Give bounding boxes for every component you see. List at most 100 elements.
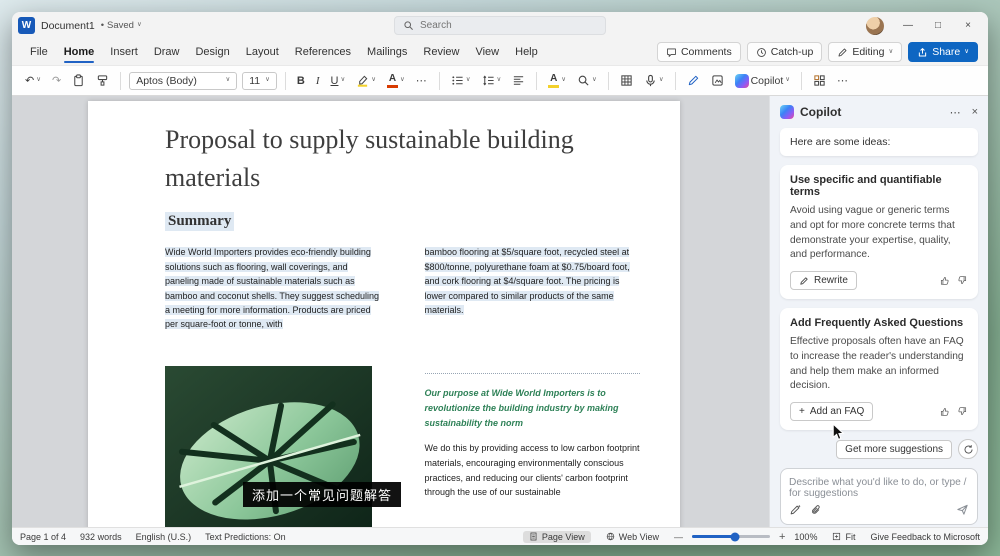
page-view-button[interactable]: Page View	[522, 530, 591, 543]
bold-button[interactable]: B	[294, 73, 308, 89]
tab-view[interactable]: View	[467, 41, 507, 63]
find-button[interactable]: ∨	[574, 72, 600, 89]
document-page[interactable]: Proposal to supply sustainable building …	[88, 101, 680, 527]
microphone-icon	[646, 74, 655, 87]
copilot-header-buttons: ⋯ ×	[950, 106, 978, 119]
send-icon[interactable]	[956, 503, 969, 516]
zoom-in-button[interactable]: +	[779, 531, 785, 543]
zoom-level[interactable]: 100%	[794, 532, 817, 542]
search-input[interactable]	[420, 20, 597, 31]
editing-mode-button[interactable]: Editing ∨	[828, 42, 903, 62]
zoom-slider-fill	[691, 535, 735, 538]
web-view-button[interactable]: Web View	[600, 531, 665, 543]
copilot-button[interactable]: Copilot ∨	[732, 72, 793, 90]
attach-icon[interactable]	[810, 504, 822, 516]
web-view-icon	[606, 532, 614, 541]
quick-toolbar: ↶ ∨ ↷ Aptos (Body) ∨ 11 ∨ B I U ∨ ∨ A ∨ ⋯	[12, 65, 988, 96]
copilot-more-button[interactable]: ⋯	[950, 106, 962, 119]
close-button[interactable]: ×	[954, 15, 982, 37]
chevron-down-icon: ∨	[371, 76, 376, 84]
copilot-prompt-input[interactable]	[789, 477, 969, 500]
designer-icon	[711, 75, 723, 86]
refresh-button[interactable]	[958, 439, 978, 460]
tab-layout[interactable]: Layout	[238, 41, 287, 63]
copilot-icon	[780, 105, 794, 119]
underline-button[interactable]: U ∨	[328, 73, 349, 89]
card-body: Avoid using vague or generic terms and o…	[790, 205, 955, 261]
word-app-icon[interactable]: W	[18, 17, 35, 34]
clipboard-icon	[74, 74, 83, 87]
redo-button[interactable]: ↷	[49, 72, 64, 89]
save-status[interactable]: • Saved ∨	[101, 20, 142, 31]
compose-icon[interactable]	[789, 504, 801, 516]
card-title: Add Frequently Asked Questions	[790, 317, 964, 330]
thumbs-up-icon[interactable]	[939, 275, 950, 286]
feedback-link[interactable]: Give Feedback to Microsoft	[870, 532, 980, 542]
fit-button[interactable]: Fit	[826, 531, 861, 543]
feedback-buttons	[939, 275, 968, 286]
divider	[801, 71, 803, 90]
undo-button[interactable]: ↶ ∨	[22, 72, 44, 89]
document-title[interactable]: Document1	[41, 20, 95, 32]
tab-home[interactable]: Home	[56, 41, 103, 63]
minimize-button[interactable]: —	[894, 15, 922, 37]
tab-review[interactable]: Review	[415, 41, 467, 63]
tab-insert[interactable]: Insert	[102, 41, 146, 63]
font-size-combo[interactable]: 11 ∨	[242, 71, 277, 90]
tab-design[interactable]: Design	[187, 41, 237, 63]
get-more-suggestions-button[interactable]: Get more suggestions	[836, 439, 952, 459]
tab-mailings[interactable]: Mailings	[359, 41, 415, 63]
catch-up-button[interactable]: Catch-up	[746, 42, 823, 62]
add-faq-button[interactable]: + Add an FAQ	[790, 402, 874, 422]
italic-button[interactable]: I	[313, 73, 323, 89]
thumbs-up-icon[interactable]	[939, 406, 950, 417]
page-view-label: Page View	[541, 531, 585, 542]
copilot-prompt-box[interactable]	[780, 468, 978, 526]
rewrite-button[interactable]: Rewrite	[790, 271, 857, 291]
align-button[interactable]	[509, 72, 528, 89]
maximize-button[interactable]: □	[924, 15, 952, 37]
tab-help[interactable]: Help	[507, 41, 546, 63]
chevron-down-icon: ∨	[265, 76, 270, 84]
search-box[interactable]	[394, 16, 606, 35]
text-highlight-button[interactable]: ∨	[353, 72, 379, 89]
format-painter-button[interactable]	[93, 72, 112, 89]
paste-button[interactable]	[69, 72, 88, 89]
chevron-down-icon: ∨	[964, 47, 969, 55]
table-button[interactable]	[617, 72, 636, 89]
tab-file[interactable]: File	[22, 41, 56, 63]
text-predictions[interactable]: Text Predictions: On	[205, 532, 286, 542]
comments-button[interactable]: Comments	[656, 42, 741, 62]
zoom-slider-thumb[interactable]	[730, 532, 740, 541]
toolbar-overflow-button[interactable]: ⋯	[834, 72, 852, 89]
line-spacing-button[interactable]: ∨	[479, 72, 505, 89]
italic-icon: I	[315, 74, 320, 87]
language-indicator[interactable]: English (U.S.)	[136, 532, 192, 542]
doc-paragraph-1: Wide World Importers provides eco-friend…	[165, 247, 379, 330]
copilot-close-button[interactable]: ×	[972, 106, 978, 118]
page-count[interactable]: Page 1 of 4	[20, 532, 66, 542]
divider	[284, 71, 286, 90]
font-name-combo[interactable]: Aptos (Body) ∨	[129, 71, 238, 90]
suggestion-card-rewrite: Use specific and quantifiable terms Avoi…	[780, 165, 978, 300]
avatar[interactable]	[866, 16, 884, 35]
bullet-list-button[interactable]: ∨	[448, 72, 474, 89]
add-ins-button[interactable]	[810, 72, 829, 89]
font-color-button[interactable]: A ∨	[384, 72, 408, 90]
letter-a: A	[550, 72, 558, 84]
document-canvas[interactable]: Proposal to supply sustainable building …	[12, 96, 769, 527]
thumbs-down-icon[interactable]	[957, 275, 968, 286]
font-more-button[interactable]: ⋯	[413, 72, 431, 89]
desktop-wallpaper: W Document1 • Saved ∨ — □ × File Home In…	[0, 0, 1000, 556]
editor-button[interactable]	[684, 72, 703, 89]
tab-references[interactable]: References	[287, 41, 359, 63]
zoom-out-button[interactable]: —	[674, 532, 683, 542]
zoom-slider[interactable]	[691, 532, 770, 541]
thumbs-down-icon[interactable]	[957, 406, 968, 417]
word-count[interactable]: 932 words	[80, 532, 122, 542]
tab-draw[interactable]: Draw	[146, 41, 188, 63]
styles-button[interactable]: A ∨	[545, 72, 569, 90]
dictate-button[interactable]: ∨	[641, 72, 667, 89]
designer-button[interactable]	[708, 72, 727, 89]
share-button[interactable]: Share ∨	[908, 42, 978, 62]
